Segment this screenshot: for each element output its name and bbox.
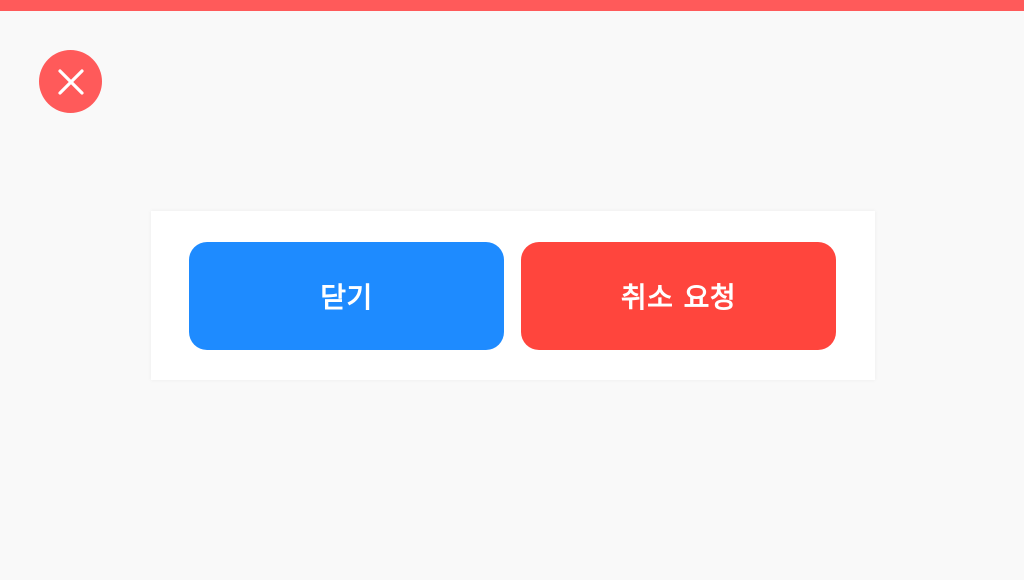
top-accent-bar	[0, 0, 1024, 11]
close-icon[interactable]	[39, 50, 102, 113]
dialog-panel: 닫기 취소 요청	[151, 211, 875, 380]
close-button[interactable]: 닫기	[189, 242, 504, 350]
x-mark	[57, 68, 84, 95]
cancel-request-button[interactable]: 취소 요청	[521, 242, 836, 350]
